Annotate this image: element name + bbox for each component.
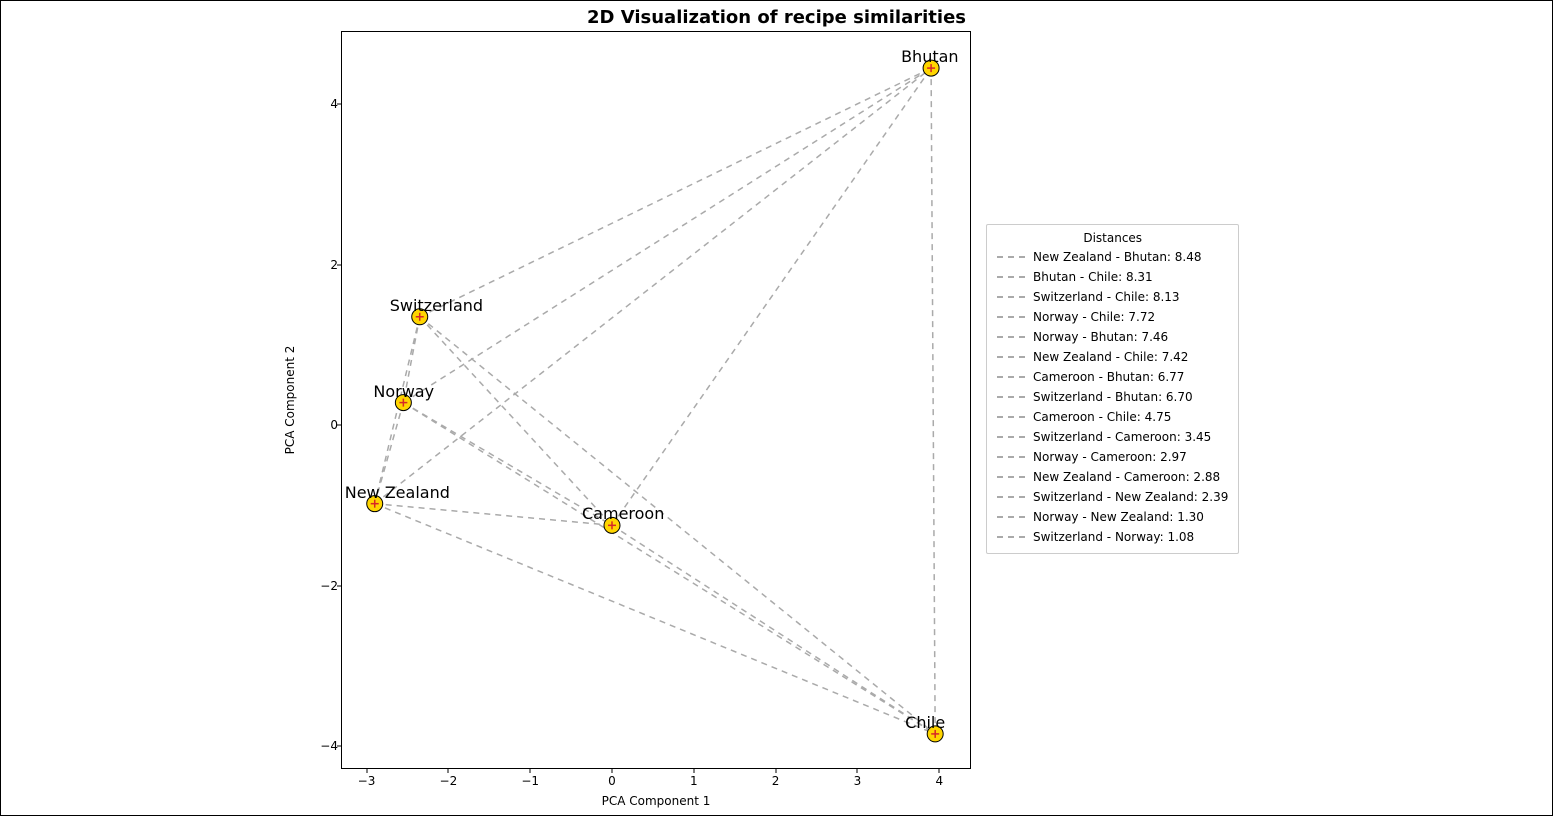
y-tick-label: −2: [314, 579, 338, 593]
legend-line-icon: [997, 276, 1025, 278]
x-tick-mark: [612, 768, 613, 773]
legend-entry: Switzerland - New Zealand: 2.39: [997, 487, 1228, 507]
x-tick-label: 1: [690, 774, 698, 788]
point-label: Cameroon: [582, 504, 664, 523]
x-tick-mark: [693, 768, 694, 773]
legend-entry: Switzerland - Bhutan: 6.70: [997, 387, 1228, 407]
legend-entry: New Zealand - Cameroon: 2.88: [997, 467, 1228, 487]
legend-line-icon: [997, 476, 1025, 478]
x-axis-label: PCA Component 1: [602, 794, 711, 808]
x-tick-mark: [366, 768, 367, 773]
legend-label: Norway - Cameroon: 2.97: [1033, 447, 1187, 467]
x-tick-mark: [857, 768, 858, 773]
legend-line-icon: [997, 496, 1025, 498]
distance-line: [612, 525, 935, 734]
distance-line: [403, 403, 935, 734]
legend-line-icon: [997, 316, 1025, 318]
legend-entry: Switzerland - Chile: 8.13: [997, 287, 1228, 307]
legend-line-icon: [997, 396, 1025, 398]
legend-line-icon: [997, 516, 1025, 518]
legend-line-icon: [997, 536, 1025, 538]
distance-line: [403, 68, 931, 403]
x-tick-mark: [448, 768, 449, 773]
legend-line-icon: [997, 296, 1025, 298]
legend-line-icon: [997, 256, 1025, 258]
legend-line-icon: [997, 436, 1025, 438]
legend-entry: New Zealand - Bhutan: 8.48: [997, 247, 1228, 267]
legend-entry: Cameroon - Bhutan: 6.77: [997, 367, 1228, 387]
x-tick-label: 4: [935, 774, 943, 788]
legend-label: New Zealand - Chile: 7.42: [1033, 347, 1188, 367]
legend-entry: Switzerland - Norway: 1.08: [997, 527, 1228, 547]
distance-line: [612, 68, 931, 525]
x-tick-label: 3: [854, 774, 862, 788]
legend-entry: Switzerland - Cameroon: 3.45: [997, 427, 1228, 447]
legend-line-icon: [997, 376, 1025, 378]
distance-line: [931, 68, 935, 734]
y-tick-label: 2: [314, 258, 338, 272]
distance-line: [375, 68, 931, 504]
y-tick-label: 0: [314, 418, 338, 432]
legend-label: Switzerland - Cameroon: 3.45: [1033, 427, 1211, 447]
y-tick-label: 4: [314, 97, 338, 111]
legend-entry: Cameroon - Chile: 4.75: [997, 407, 1228, 427]
distance-line: [403, 403, 612, 526]
x-tick-label: −1: [521, 774, 539, 788]
legend-label: Switzerland - Chile: 8.13: [1033, 287, 1180, 307]
legend-line-icon: [997, 416, 1025, 418]
legend-label: Switzerland - New Zealand: 2.39: [1033, 487, 1228, 507]
point-label: Bhutan: [901, 47, 958, 66]
legend-label: New Zealand - Bhutan: 8.48: [1033, 247, 1202, 267]
legend-entry: Bhutan - Chile: 8.31: [997, 267, 1228, 287]
point-label: New Zealand: [345, 483, 450, 502]
legend-body: New Zealand - Bhutan: 8.48Bhutan - Chile…: [997, 247, 1228, 547]
distance-line: [375, 504, 612, 526]
legend-line-icon: [997, 356, 1025, 358]
distance-line: [420, 317, 935, 734]
legend: Distances New Zealand - Bhutan: 8.48Bhut…: [986, 224, 1239, 554]
legend-label: Norway - Bhutan: 7.46: [1033, 327, 1168, 347]
point-label: Switzerland: [390, 296, 483, 315]
legend-entry: Norway - Cameroon: 2.97: [997, 447, 1228, 467]
distance-line: [375, 317, 420, 504]
x-tick-mark: [939, 768, 940, 773]
y-axis-label: PCA Component 2: [283, 346, 297, 455]
legend-entry: Norway - Chile: 7.72: [997, 307, 1228, 327]
legend-line-icon: [997, 456, 1025, 458]
plot-svg: [342, 32, 970, 768]
legend-entry: New Zealand - Chile: 7.42: [997, 347, 1228, 367]
legend-label: Cameroon - Chile: 4.75: [1033, 407, 1171, 427]
legend-label: Switzerland - Bhutan: 6.70: [1033, 387, 1193, 407]
plot-area: PCA Component 1 PCA Component 2 Switzerl…: [341, 31, 971, 769]
legend-label: Norway - Chile: 7.72: [1033, 307, 1155, 327]
x-tick-label: −3: [358, 774, 376, 788]
legend-label: Cameroon - Bhutan: 6.77: [1033, 367, 1184, 387]
chart-title: 2D Visualization of recipe similarities: [1, 7, 1552, 28]
legend-label: New Zealand - Cameroon: 2.88: [1033, 467, 1220, 487]
legend-entry: Norway - New Zealand: 1.30: [997, 507, 1228, 527]
legend-label: Bhutan - Chile: 8.31: [1033, 267, 1153, 287]
x-tick-label: 2: [772, 774, 780, 788]
x-tick-label: −2: [440, 774, 458, 788]
legend-label: Switzerland - Norway: 1.08: [1033, 527, 1194, 547]
distance-line: [420, 68, 931, 317]
distance-line: [375, 504, 935, 734]
x-tick-mark: [775, 768, 776, 773]
legend-line-icon: [997, 336, 1025, 338]
legend-entry: Norway - Bhutan: 7.46: [997, 327, 1228, 347]
x-tick-label: 0: [608, 774, 616, 788]
legend-title: Distances: [997, 231, 1228, 245]
point-label: Chile: [905, 713, 945, 732]
legend-label: Norway - New Zealand: 1.30: [1033, 507, 1204, 527]
figure-frame: 2D Visualization of recipe similarities …: [0, 0, 1553, 816]
y-tick-label: −4: [314, 739, 338, 753]
x-tick-mark: [530, 768, 531, 773]
point-label: Norway: [373, 382, 434, 401]
